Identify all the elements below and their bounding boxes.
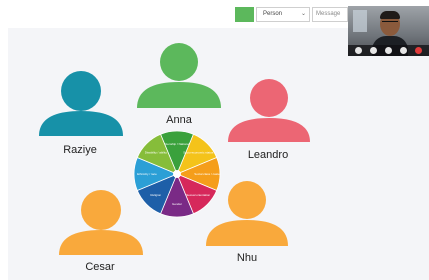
person-icon-cesar[interactable]: [59, 189, 143, 255]
wheel-hub: [173, 170, 181, 178]
video-window-light: [353, 10, 367, 32]
video-person-hair: [380, 11, 400, 19]
wheel-segment-label: Social class / caste: [194, 172, 220, 176]
person-label-cesar: Cesar: [85, 261, 115, 273]
screen-share-icon[interactable]: [385, 47, 392, 54]
camera-icon[interactable]: [355, 47, 362, 54]
identity-wheel[interactable]: Citizenship / Nationality Socio-economic …: [133, 130, 221, 218]
video-thumbnail[interactable]: [348, 6, 429, 56]
shape-select[interactable]: Person ⌄: [256, 7, 310, 22]
person-icon-raziye[interactable]: [39, 70, 123, 136]
hang-up-icon[interactable]: [415, 47, 422, 54]
wheel-segment-label: Citizenship / Nationality: [161, 142, 193, 146]
chevron-down-icon: ⌄: [300, 11, 306, 17]
person-icon-leandro[interactable]: [228, 78, 310, 142]
message-placeholder: Message: [316, 11, 341, 17]
wheel-segment-label: Religion: [150, 193, 161, 197]
person-icon-anna[interactable]: [137, 42, 221, 108]
color-picker-button[interactable]: [235, 7, 254, 22]
person-label-nhu: Nhu: [236, 252, 258, 264]
more-icon[interactable]: [400, 47, 407, 54]
person-label-leandro: Leandro: [247, 149, 289, 161]
message-input[interactable]: Message: [312, 7, 348, 22]
wheel-segment-label: Ethnicity / race: [137, 172, 157, 176]
wheel-segment-label: Gender: [172, 202, 182, 206]
wheel-segment-label: Sexual orientation: [186, 193, 210, 197]
wheel-segment-label: Disability / ability: [145, 151, 168, 155]
shape-select-value: Person: [263, 11, 283, 17]
identity-wheel-svg: Citizenship / Nationality Socio-economic …: [133, 130, 221, 218]
mic-icon[interactable]: [370, 47, 377, 54]
wheel-segment-label: Socio-economic status: [183, 151, 214, 155]
video-person-glasses: [382, 21, 398, 26]
person-label-raziye: Raziye: [63, 144, 97, 156]
person-label-anna: Anna: [166, 114, 192, 126]
